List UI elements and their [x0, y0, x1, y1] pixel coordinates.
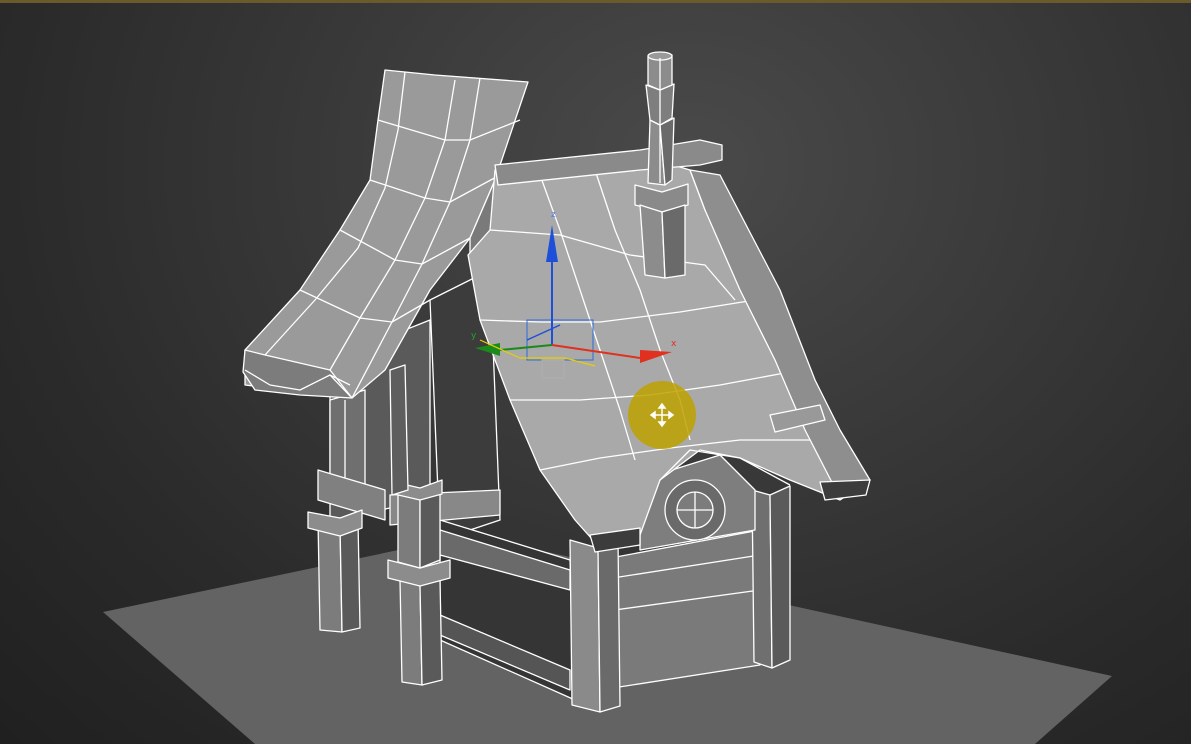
front-right-wall — [599, 529, 761, 691]
corner-post-side — [597, 539, 621, 713]
post-left-side — [339, 519, 361, 633]
post-middle — [399, 579, 423, 686]
post-middle-side — [419, 579, 443, 686]
y-axis-label: y — [471, 331, 477, 341]
house-mesh[interactable] — [242, 51, 871, 713]
scene-canvas[interactable]: z x y — [0, 0, 1191, 744]
post-middle-upper — [397, 489, 421, 569]
chimney-body-side — [661, 204, 686, 279]
post-middle-upper-side — [419, 487, 441, 569]
right-post-side — [769, 485, 791, 669]
post-left-upper — [389, 364, 409, 496]
post-left — [317, 519, 343, 633]
x-axis-label: x — [671, 339, 677, 349]
roof-end-cap-right — [819, 479, 871, 501]
z-axis-label: z — [551, 210, 556, 220]
3d-viewport[interactable]: z x y — [0, 0, 1191, 744]
corner-post — [569, 539, 601, 713]
